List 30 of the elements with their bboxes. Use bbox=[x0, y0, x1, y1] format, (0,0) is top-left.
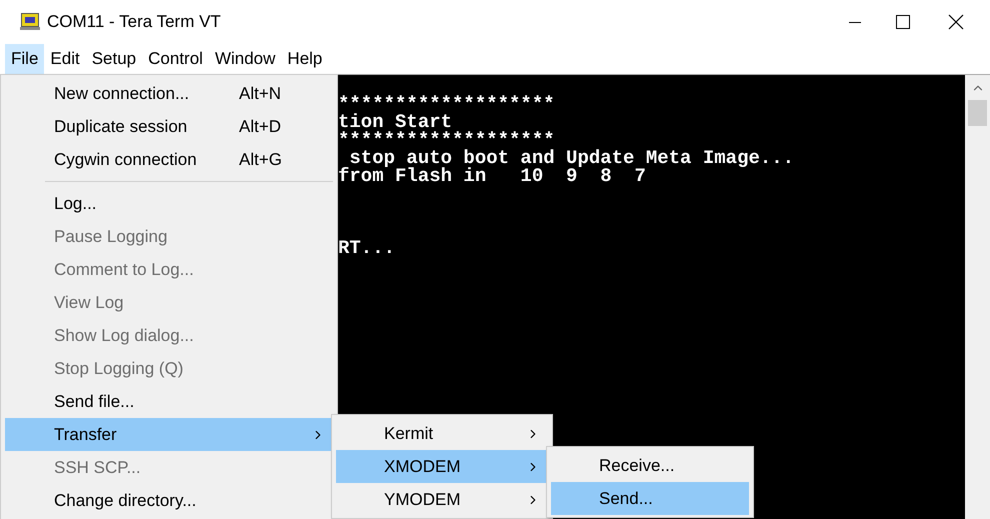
menu-bar-item[interactable]: Control bbox=[142, 44, 209, 74]
scrollbar[interactable] bbox=[965, 75, 990, 519]
menu-bar-item[interactable]: Help bbox=[281, 44, 328, 74]
menu-item[interactable]: YMODEM bbox=[336, 483, 548, 516]
terminal-line: ******************* bbox=[338, 131, 556, 149]
menu-bar-item[interactable]: Edit bbox=[44, 44, 86, 74]
menu-item[interactable]: Send file... bbox=[5, 385, 333, 418]
scroll-thumb[interactable] bbox=[968, 100, 987, 126]
menu-item[interactable]: Send... bbox=[551, 482, 749, 515]
maximize-icon bbox=[896, 15, 910, 29]
menu-item[interactable]: Duplicate session Alt+D bbox=[5, 110, 333, 143]
terminal-line: from Flash in 10 9 8 7 bbox=[338, 167, 647, 185]
close-icon bbox=[948, 14, 964, 30]
menu-item[interactable]: XMODEM bbox=[336, 450, 548, 483]
terminal-line: RT... bbox=[338, 239, 396, 257]
menu-bar-item[interactable]: Window bbox=[208, 44, 282, 74]
menu-item[interactable]: Log... bbox=[5, 187, 333, 220]
menu-item[interactable]: Receive... bbox=[551, 449, 749, 482]
menu-item[interactable]: Kermit bbox=[336, 417, 548, 450]
menu-item[interactable]: New connection... Alt+N bbox=[5, 77, 333, 110]
menu-item[interactable]: Cygwin connection Alt+G bbox=[5, 143, 333, 176]
menu-item[interactable]: Transfer bbox=[5, 418, 333, 451]
menu-bar-item[interactable]: Setup bbox=[86, 44, 142, 74]
terminal-line: tion Start bbox=[338, 113, 452, 131]
terminal-line: stop auto boot and Update Meta Image... bbox=[349, 149, 796, 167]
menu-bar-item[interactable]: File bbox=[5, 44, 44, 74]
menu-item[interactable]: Change directory... bbox=[5, 484, 333, 517]
terminal-line: ******************* bbox=[338, 95, 556, 113]
app-icon bbox=[20, 13, 40, 31]
window-title: COM11 - Tera Term VT bbox=[47, 11, 221, 34]
